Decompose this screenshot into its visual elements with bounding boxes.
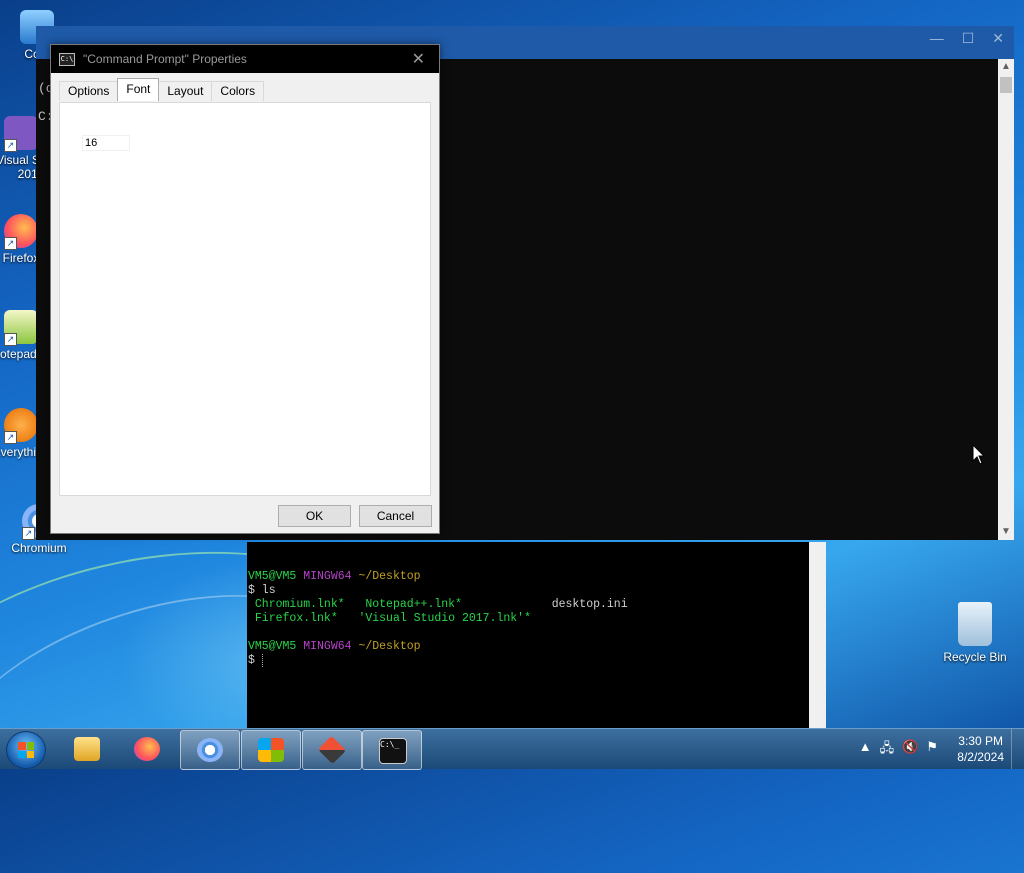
cancel-button[interactable]: Cancel [359,505,432,527]
ls-entry: 'Visual Studio 2017.lnk'* [358,612,531,625]
notepad-plus-plus-icon: ↗ [4,310,38,346]
shortcut-arrow-icon: ↗ [4,237,17,250]
prompt-symbol: $ [248,654,255,667]
taskbar-file-explorer[interactable] [58,730,116,768]
prompt-path: ~/Desktop [358,640,421,653]
dialog-tabs: Options Font Layout Colors [59,78,265,101]
taskbar-clock[interactable]: 3:30 PM 8/2/2024 [957,733,1004,765]
font-tab-panel: 16 [59,102,431,496]
tab-options[interactable]: Options [59,81,119,101]
tab-font[interactable]: Font [117,78,160,101]
scroll-down-icon[interactable]: ▼ [998,524,1014,540]
git-bash-terminal[interactable]: VM5@VM5 MINGW64 ~/Desktop $ ls Chromium.l… [247,542,826,728]
dialog-title: "Command Prompt" Properties [83,52,247,66]
terminal-scrollbar[interactable] [809,542,826,728]
taskbar-chromium[interactable] [180,730,240,770]
everything-icon: ↗ [4,408,38,444]
bash-prompt-line: VM5@VM5 MINGW64 ~/Desktop [248,640,628,654]
ok-button[interactable]: OK [278,505,351,527]
action-center-icon[interactable]: ⚑ [926,739,938,761]
ls-output-row: Firefox.lnk* 'Visual Studio 2017.lnk'* [248,612,628,626]
shortcut-arrow-icon: ↗ [4,139,17,152]
bash-command-line: $ ls [248,584,276,597]
firefox-icon [134,737,160,761]
prompt-user: VM5@VM5 [248,640,297,653]
taskbar-windows-explorer[interactable] [241,730,301,770]
bash-prompt-line: VM5@VM5 MINGW64 ~/Desktop [248,570,628,584]
shortcut-arrow-icon: ↗ [4,431,17,444]
clock-time: 3:30 PM [958,734,1003,748]
ls-entry: Chromium.lnk* [254,598,345,611]
windows-logo-icon [18,742,34,758]
close-button[interactable]: ✕ [992,30,1004,47]
scrollbar-thumb[interactable] [1000,77,1012,93]
desktop-icon-label: Recycle Bin [943,650,1007,664]
clock-date: 8/2/2024 [957,750,1004,764]
maximize-button[interactable]: ☐ [962,30,975,47]
git-icon [317,735,347,765]
prompt-path: ~/Desktop [358,570,421,583]
file-explorer-icon [74,737,100,761]
recycle-bin-icon [958,602,992,646]
system-tray: ▲ 🖧 🔇 ⚑ [859,739,938,761]
ls-entry: desktop.ini [551,598,628,611]
taskbar: C:\_ ▲ 🖧 🔇 ⚑ 3:30 PM 8/2/2024 [0,728,1024,770]
command-prompt-icon: C:\_ [379,738,407,764]
mouse-cursor-icon [972,444,986,465]
tab-layout[interactable]: Layout [158,81,213,101]
chromium-icon [197,738,223,762]
firefox-icon: ↗ [4,214,38,250]
font-size-field[interactable]: 16 [82,135,130,151]
command-prompt-icon: C:\ [59,53,75,66]
text-cursor [261,654,270,667]
shortcut-arrow-icon: ↗ [22,527,35,540]
taskbar-git[interactable] [302,730,362,770]
network-icon[interactable]: 🖧 [880,739,895,761]
prompt-user: VM5@VM5 [248,570,297,583]
start-button[interactable] [6,731,46,769]
taskbar-command-prompt[interactable]: C:\_ [362,730,422,770]
windows-explorer-icon [258,738,284,762]
show-hidden-icons-icon[interactable]: ▲ [859,739,872,761]
prompt-host: MINGW64 [303,570,352,583]
ls-output-row: Chromium.lnk* Notepad++.lnk* desktop.ini [248,598,628,612]
dialog-close-button[interactable]: ✕ [412,49,425,69]
dialog-titlebar[interactable]: C:\ "Command Prompt" Properties ✕ [51,45,439,73]
desktop-icon-label: Chromium [11,541,67,555]
visual-studio-icon: ↗ [4,116,38,152]
console-scrollbar[interactable]: ▲ ▼ [998,59,1014,540]
show-desktop-button[interactable] [1011,729,1024,769]
tab-colors[interactable]: Colors [211,81,265,101]
taskbar-firefox[interactable] [118,730,176,768]
bash-input-line[interactable]: $ [248,654,628,668]
volume-muted-icon[interactable]: 🔇 [902,739,918,761]
properties-dialog[interactable]: C:\ "Command Prompt" Properties ✕ Option… [50,44,440,534]
desktop-icon-recycle-bin[interactable]: Recycle Bin [940,602,1010,664]
minimize-button[interactable]: — [930,30,944,47]
shortcut-arrow-icon: ↗ [4,333,17,346]
ls-entry: Notepad++.lnk* [365,598,462,611]
prompt-host: MINGW64 [303,640,352,653]
ls-entry: Firefox.lnk* [254,612,338,625]
scroll-up-icon[interactable]: ▲ [998,59,1014,75]
